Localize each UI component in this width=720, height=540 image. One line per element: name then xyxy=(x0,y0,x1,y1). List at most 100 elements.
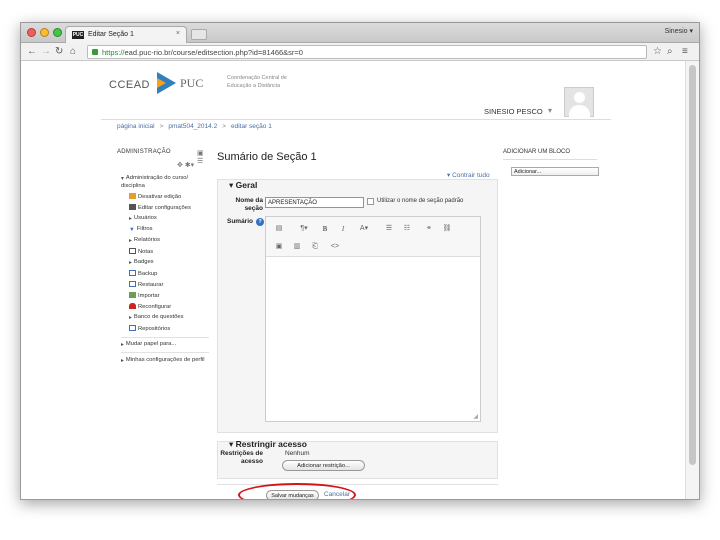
new-tab-button[interactable] xyxy=(191,29,207,40)
admin-block: ADMINISTRAÇÃO ▣ ☰ ✥ ✱▾ ▾ Administração do… xyxy=(117,149,211,364)
paragraph-style-icon[interactable]: ¶▾ xyxy=(294,223,314,235)
reload-icon[interactable]: ↻ xyxy=(55,46,63,57)
pencil-icon xyxy=(129,193,136,199)
browser-tab[interactable]: PUC Editar Seção 1 × xyxy=(65,26,187,43)
editor-toolbar: ▤ ¶▾ B I A▾ ☰ ☷ ⚭ ⛓ ▣ ▥ ⎗ <> xyxy=(266,217,480,257)
breadcrumb-course[interactable]: pmat504_2014.2 xyxy=(168,123,217,130)
general-legend[interactable]: ▾ Geral xyxy=(229,180,257,191)
breadcrumb-home[interactable]: página inicial xyxy=(117,123,155,130)
user-name[interactable]: SINESIO PESCO xyxy=(484,107,543,116)
admin-item-edit-settings[interactable]: Editar configurações xyxy=(129,204,191,213)
logo-subtitle: Coordenação Central de Educação a Distân… xyxy=(227,75,287,89)
caret-right-icon: ▸ xyxy=(121,342,124,348)
admin-item-toggle-editing[interactable]: Desativar edição xyxy=(129,193,181,202)
admin-item-question-bank[interactable]: ▸ Banco de questões xyxy=(129,314,184,322)
toolbar-toggle-icon[interactable]: ▤ xyxy=(272,223,286,235)
lock-icon xyxy=(92,49,98,55)
link-icon[interactable]: ⚭ xyxy=(422,223,436,235)
admin-item-users[interactable]: ▸ Usuários xyxy=(129,215,157,223)
breadcrumb: página inicial > pmat504_2014.2 > editar… xyxy=(117,123,272,130)
admin-item-profile-settings[interactable]: ▸ Minhas configurações de perfil xyxy=(121,357,207,365)
url-path: ead.puc-rio.br/course/editsection.php?id… xyxy=(124,48,303,57)
caret-right-icon: ▸ xyxy=(121,358,124,364)
admin-item-restore[interactable]: Restaurar xyxy=(129,281,163,290)
add-restriction-button[interactable]: Adicionar restrição... xyxy=(282,460,365,471)
bold-icon[interactable]: B xyxy=(318,223,332,235)
puc-logo-text: PUC xyxy=(180,76,204,90)
minimize-window-icon[interactable] xyxy=(40,28,49,37)
collapse-all-link[interactable]: ▾ Contrair tudo xyxy=(447,171,490,179)
help-icon[interactable]: ? xyxy=(256,218,264,226)
home-icon[interactable]: ⌂ xyxy=(70,46,76,57)
close-window-icon[interactable] xyxy=(27,28,36,37)
admin-divider xyxy=(121,352,209,353)
restrict-legend[interactable]: ▾ Restringir acesso xyxy=(229,439,307,450)
image-icon[interactable]: ▣ xyxy=(272,241,286,253)
unlink-icon[interactable]: ⛓ xyxy=(440,223,454,235)
breadcrumb-current[interactable]: editar seção 1 xyxy=(231,123,272,130)
text-color-icon[interactable]: A▾ xyxy=(354,223,374,235)
section-name-label: Nome da seção xyxy=(235,197,263,212)
admin-item-repositories[interactable]: Repositórios xyxy=(129,325,170,334)
italic-icon[interactable]: I xyxy=(336,223,350,235)
add-block-select[interactable]: Adicionar... xyxy=(511,167,599,176)
ccead-logo-text: CCEAD xyxy=(109,79,151,91)
forward-arrow-icon[interactable]: → xyxy=(41,46,51,57)
reset-icon xyxy=(129,303,136,309)
browser-window: PUC Editar Seção 1 × Sinesio ▾ ← → ↻ ⌂ h… xyxy=(20,22,700,500)
grades-icon xyxy=(129,248,136,254)
filter-icon: ▼ xyxy=(129,227,135,233)
manage-files-icon[interactable]: ⎗ xyxy=(308,241,322,253)
resize-handle-icon[interactable]: ◢ xyxy=(473,413,478,420)
block-dock-icon[interactable]: ▣ ☰ xyxy=(197,149,211,165)
puc-favicon-icon: PUC xyxy=(72,31,84,39)
use-default-name-checkbox[interactable] xyxy=(367,198,374,205)
page-scrollbar[interactable] xyxy=(685,61,699,499)
admin-item-badges[interactable]: ▸ Badges xyxy=(129,259,154,267)
move-gear-icon[interactable]: ✥ ✱▾ xyxy=(177,161,194,169)
summary-editor[interactable]: ▤ ¶▾ B I A▾ ☰ ☷ ⚭ ⛓ ▣ ▥ ⎗ <> ◢ xyxy=(265,216,481,422)
admin-item-reset[interactable]: Reconfigurar xyxy=(129,303,171,312)
section-name-input[interactable]: APRESENTAÇÃO xyxy=(265,197,364,208)
summary-label: Sumário xyxy=(226,218,253,225)
admin-item-filters[interactable]: ▼ Filtros xyxy=(129,226,153,234)
admin-item-course-admin[interactable]: ▾ Administração do curso/ disciplina xyxy=(121,175,207,190)
numbered-list-icon[interactable]: ☷ xyxy=(400,223,414,235)
caret-right-icon: ▸ xyxy=(129,216,132,222)
admin-item-backup[interactable]: Backup xyxy=(129,270,157,279)
admin-item-import[interactable]: Importar xyxy=(129,292,160,301)
header-divider xyxy=(101,119,611,120)
back-arrow-icon[interactable]: ← xyxy=(27,46,37,57)
admin-item-reports[interactable]: ▸ Relatórios xyxy=(129,237,160,245)
html-source-icon[interactable]: <> xyxy=(328,241,342,253)
star-icon[interactable]: ☆ xyxy=(653,46,662,57)
avatar-body-icon xyxy=(569,105,590,117)
caret-right-icon: ▸ xyxy=(129,260,132,266)
add-block-title: ADICIONAR UM BLOCO xyxy=(503,149,571,155)
tab-close-icon[interactable]: × xyxy=(176,30,180,37)
settings-icon xyxy=(129,204,136,210)
maximize-window-icon[interactable] xyxy=(53,28,62,37)
address-bar[interactable]: https://ead.puc-rio.br/course/editsectio… xyxy=(87,45,647,59)
bullet-list-icon[interactable]: ☰ xyxy=(382,223,396,235)
breadcrumb-separator: > xyxy=(222,123,226,130)
menu-icon[interactable]: ≡ xyxy=(682,46,688,57)
scrollbar-thumb[interactable] xyxy=(689,65,696,465)
repository-icon xyxy=(129,325,136,331)
profile-chip[interactable]: Sinesio ▾ xyxy=(665,27,693,35)
moodle-page: CCEAD PUC Coordenação Central de Educaçã… xyxy=(21,61,687,499)
user-menu-chevron-icon[interactable]: ▾ xyxy=(548,106,552,115)
avatar[interactable] xyxy=(564,87,594,117)
cancel-link[interactable]: Cancelar xyxy=(324,491,350,498)
save-changes-button[interactable]: Salvar mudanças xyxy=(266,490,319,499)
search-icon[interactable]: ⌕ xyxy=(667,46,673,57)
admin-item-switch-role[interactable]: ▸ Mudar papel para... xyxy=(121,341,207,349)
caret-right-icon: ▸ xyxy=(129,238,132,244)
ccead-play-inner-icon xyxy=(157,78,166,88)
admin-item-grades[interactable]: Notas xyxy=(129,248,153,257)
page-title: Sumário de Seção 1 xyxy=(217,151,317,163)
add-block-divider xyxy=(503,159,597,160)
media-icon[interactable]: ▥ xyxy=(290,241,304,253)
restrictions-value: Nenhum xyxy=(285,450,310,457)
restore-icon xyxy=(129,281,136,287)
